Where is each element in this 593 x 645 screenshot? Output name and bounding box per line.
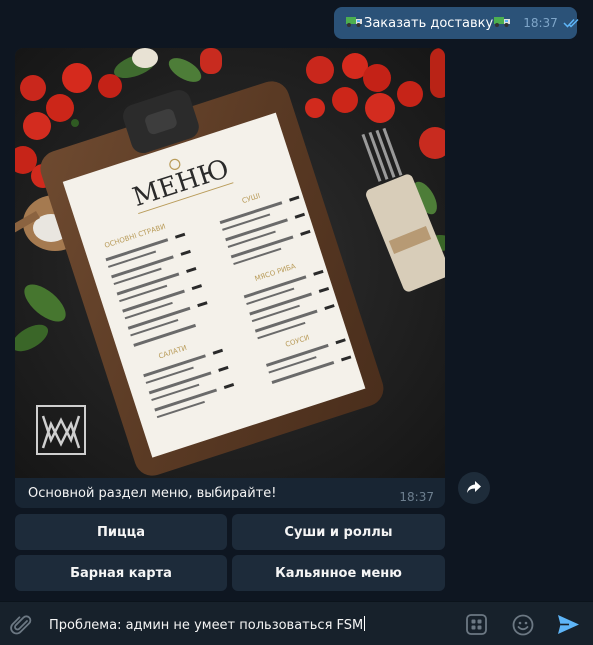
message-composer: Проблема: админ не умеет пользоваться FS…	[0, 601, 593, 645]
paperclip-icon[interactable]	[10, 613, 32, 639]
incoming-message: МЕНЮ ОСНОВНІ СТРАВИ СУШІ МЯСО РИБА САЛАТ…	[15, 48, 445, 508]
share-arrow-icon	[466, 479, 482, 498]
keyboard-button-pizza[interactable]: Пицца	[15, 514, 227, 550]
message-input-text: Проблема: админ не умеет пользоваться FS…	[49, 618, 364, 633]
outgoing-text: Заказать доставку	[364, 15, 494, 31]
send-icon[interactable]	[557, 614, 580, 639]
menu-photo[interactable]: МЕНЮ ОСНОВНІ СТРАВИ СУШІ МЯСО РИБА САЛАТ…	[15, 48, 445, 478]
keyboard-button-hookah[interactable]: Кальянное меню	[232, 555, 445, 591]
message-time: 18:37	[523, 16, 558, 30]
chat-area: Заказать доставку 18:37 МЕНЮ ОСНОВНІ СТР…	[0, 0, 593, 600]
bot-commands-icon[interactable]	[466, 614, 487, 639]
emoji-icon[interactable]	[512, 614, 534, 640]
message-caption: Основной раздел меню, выбирайте!	[28, 486, 277, 501]
keyboard-button-bar[interactable]: Барная карта	[15, 555, 227, 591]
text-caret	[364, 616, 366, 631]
truck-icon	[346, 15, 363, 32]
keyboard-button-sushi[interactable]: Суши и роллы	[232, 514, 445, 550]
message-input[interactable]: Проблема: админ не умеет пользоваться FS…	[49, 616, 366, 633]
truck-icon	[494, 15, 511, 32]
outgoing-message[interactable]: Заказать доставку 18:37	[334, 7, 579, 39]
message-time: 18:37	[399, 490, 434, 504]
share-button[interactable]	[458, 472, 490, 504]
read-checkmarks-icon	[563, 18, 581, 28]
